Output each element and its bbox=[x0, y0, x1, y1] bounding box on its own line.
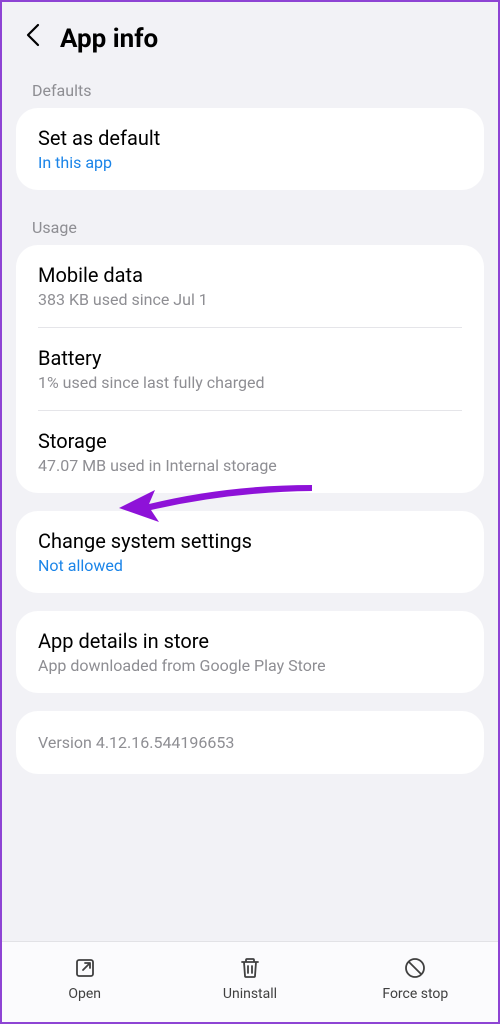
storage-item[interactable]: Storage 47.07 MB used in Internal storag… bbox=[16, 411, 484, 493]
set-as-default-sub: In this app bbox=[38, 153, 462, 172]
mobile-data-item[interactable]: Mobile data 383 KB used since Jul 1 bbox=[16, 245, 484, 327]
open-button[interactable]: Open bbox=[2, 956, 167, 1002]
bottom-bar: Open Uninstall Force stop bbox=[2, 941, 498, 1022]
mobile-data-title: Mobile data bbox=[38, 263, 462, 287]
mobile-data-sub: 383 KB used since Jul 1 bbox=[38, 290, 462, 309]
uninstall-button[interactable]: Uninstall bbox=[167, 956, 332, 1002]
version-text: Version 4.12.16.544196653 bbox=[38, 733, 462, 752]
app-details-sub: App downloaded from Google Play Store bbox=[38, 656, 462, 675]
forbid-icon bbox=[403, 956, 427, 980]
section-usage-label: Usage bbox=[2, 208, 498, 245]
uninstall-label: Uninstall bbox=[223, 986, 277, 1002]
force-stop-label: Force stop bbox=[382, 986, 448, 1002]
trash-icon bbox=[238, 956, 262, 980]
system-settings-card: Change system settings Not allowed bbox=[16, 511, 484, 593]
app-details-card: App details in store App downloaded from… bbox=[16, 611, 484, 693]
force-stop-button[interactable]: Force stop bbox=[333, 956, 498, 1002]
version-card: Version 4.12.16.544196653 bbox=[16, 711, 484, 774]
set-as-default-item[interactable]: Set as default In this app bbox=[16, 108, 484, 190]
defaults-card: Set as default In this app bbox=[16, 108, 484, 190]
change-system-settings-sub: Not allowed bbox=[38, 556, 462, 575]
battery-sub: 1% used since last fully charged bbox=[38, 373, 462, 392]
usage-card: Mobile data 383 KB used since Jul 1 Batt… bbox=[16, 245, 484, 493]
change-system-settings-item[interactable]: Change system settings Not allowed bbox=[16, 511, 484, 593]
back-icon[interactable] bbox=[24, 22, 42, 55]
set-as-default-title: Set as default bbox=[38, 126, 462, 150]
page-title: App info bbox=[60, 24, 158, 54]
open-label: Open bbox=[68, 986, 101, 1002]
battery-title: Battery bbox=[38, 346, 462, 370]
app-details-title: App details in store bbox=[38, 629, 462, 653]
battery-item[interactable]: Battery 1% used since last fully charged bbox=[16, 328, 484, 410]
storage-title: Storage bbox=[38, 429, 462, 453]
section-defaults-label: Defaults bbox=[2, 71, 498, 108]
content-scroll[interactable]: Defaults Set as default In this app Usag… bbox=[2, 71, 498, 1011]
open-icon bbox=[73, 956, 97, 980]
change-system-settings-title: Change system settings bbox=[38, 529, 462, 553]
app-details-item[interactable]: App details in store App downloaded from… bbox=[16, 611, 484, 693]
header: App info bbox=[2, 2, 498, 71]
storage-sub: 47.07 MB used in Internal storage bbox=[38, 456, 462, 475]
